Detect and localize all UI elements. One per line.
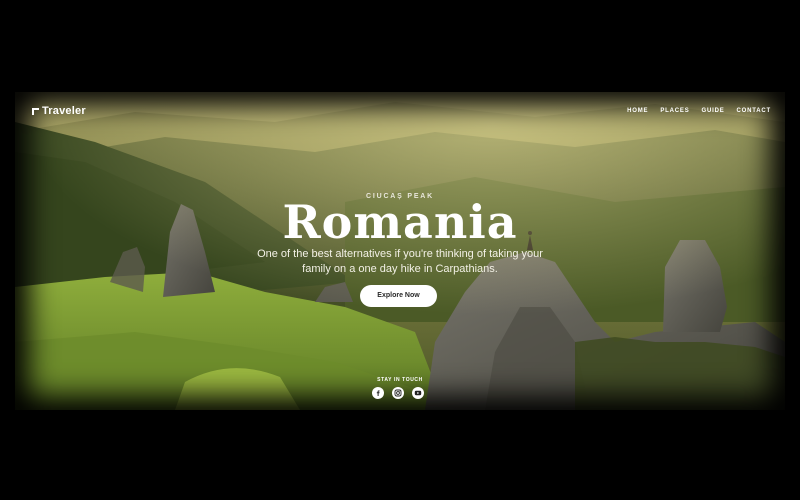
stay-in-touch-label: STAY IN TOUCH <box>377 377 423 383</box>
logo-mark-icon <box>32 107 39 115</box>
explore-now-button[interactable]: Explore Now <box>360 285 437 307</box>
nav-item-home[interactable]: HOME <box>627 108 648 114</box>
nav-item-guide[interactable]: GUIDE <box>702 108 725 114</box>
brand-logo[interactable]: Traveler <box>32 105 86 117</box>
top-nav: HOME PLACES GUIDE CONTACT <box>627 108 771 114</box>
youtube-icon[interactable] <box>412 387 424 399</box>
social-links <box>372 387 424 399</box>
brand-name: Traveler <box>42 105 86 117</box>
nav-item-contact[interactable]: CONTACT <box>737 108 771 114</box>
hero-section: Traveler HOME PLACES GUIDE CONTACT CIUCA… <box>15 92 785 410</box>
facebook-icon[interactable] <box>372 387 384 399</box>
hero-subtitle: One of the best alternatives if you're t… <box>257 248 543 275</box>
instagram-icon[interactable] <box>392 387 404 399</box>
nav-item-places[interactable]: PLACES <box>660 108 689 114</box>
hero-title: Romania <box>282 195 518 249</box>
